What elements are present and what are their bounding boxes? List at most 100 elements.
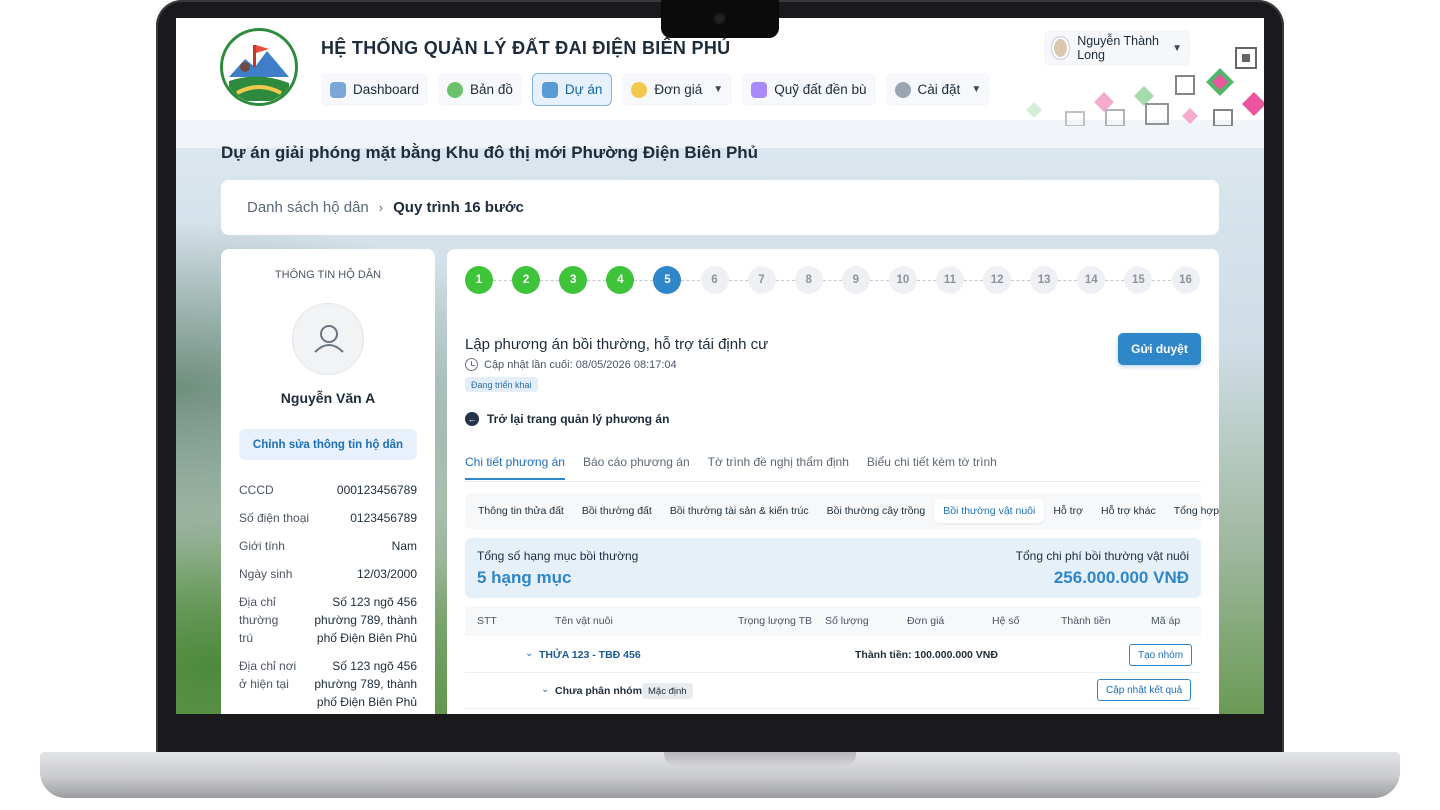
back-to-plans-link[interactable]: ← Trở lại trang quản lý phương án — [465, 412, 669, 426]
nav-label: Đơn giá — [654, 82, 703, 97]
step-16[interactable]: 16 — [1171, 266, 1200, 294]
camera-notch — [661, 0, 779, 38]
laptop-groove — [664, 752, 856, 766]
col-animal-name: Tên vật nuôi — [555, 615, 613, 627]
step-3[interactable]: 3 — [559, 266, 588, 294]
price-icon — [631, 81, 648, 98]
step-11[interactable]: 11 — [936, 266, 964, 294]
compensation-subtabs: Thông tin thửa đất Bồi thường đất Bồi th… — [465, 493, 1219, 529]
household-card-header: THÔNG TIN HỘ DÂN — [274, 269, 382, 281]
tabs-divider — [465, 481, 1201, 482]
status-badge: Đang triển khai — [465, 377, 538, 392]
project-icon — [541, 81, 558, 98]
info-row-gender: Giới tính Nam — [239, 537, 417, 555]
step-connector — [775, 280, 795, 281]
user-menu[interactable]: Nguyễn Thành Long ▼ — [1044, 30, 1190, 66]
info-label: Địa chỉ nơi ở hiện tại — [239, 659, 297, 691]
step-12[interactable]: 12 — [983, 266, 1012, 294]
subtab-other-support[interactable]: Hỗ trợ khác — [1092, 499, 1165, 523]
plan-title: Lập phương án bồi thường, hỗ trợ tái địn… — [465, 336, 769, 353]
household-name: Nguyễn Văn A — [280, 390, 376, 406]
subtab-asset-compensation[interactable]: Bồi thường tài sản & kiến trúc — [661, 499, 818, 523]
step-13[interactable]: 13 — [1030, 266, 1059, 294]
step-14[interactable]: 14 — [1077, 266, 1106, 294]
edit-household-button[interactable]: Chỉnh sửa thông tin hộ dân — [239, 429, 417, 460]
default-tag: Mặc định — [642, 683, 693, 699]
info-label: Địa chỉ thường trú — [239, 595, 279, 645]
update-result-button[interactable]: Cập nhật kết quả — [1097, 679, 1192, 701]
breadcrumb: Danh sách hộ dân › Quy trình 16 bước — [221, 180, 1219, 235]
breadcrumb-current: Quy trình 16 bước — [393, 199, 524, 216]
col-quantity: Số lượng — [825, 615, 869, 627]
compensation-summary: Tổng số hạng mục bồi thường 5 hạng mục T… — [465, 538, 1201, 598]
step-connector — [964, 280, 984, 281]
chevron-down-icon[interactable]: ⌄ — [541, 684, 549, 695]
step-connector — [587, 280, 607, 281]
user-name: Nguyễn Thành Long — [1077, 34, 1159, 62]
step-9[interactable]: 9 — [841, 266, 870, 294]
step-6[interactable]: 6 — [700, 266, 729, 294]
info-value: Số 123 ngõ 456 phường 789, thành phố Điệ… — [314, 659, 417, 709]
info-label: CCCD — [239, 483, 274, 497]
col-code: Mã áp — [1151, 615, 1181, 627]
subtab-crop-compensation[interactable]: Bồi thường cây trồng — [818, 499, 935, 523]
subtab-summary[interactable]: Tổng hợp — [1165, 499, 1219, 523]
nav-label: Dashboard — [353, 82, 420, 97]
info-label: Giới tính — [239, 539, 285, 553]
step-1[interactable]: 1 — [465, 266, 493, 294]
tab-plan-report[interactable]: Báo cáo phương án — [583, 455, 690, 480]
total-cost-label: Tổng chi phí bồi thường vật nuôi — [1015, 549, 1189, 563]
city-logo-icon[interactable] — [220, 28, 298, 106]
step-2[interactable]: 2 — [512, 266, 541, 294]
nav-project[interactable]: Dự án — [531, 73, 613, 106]
step-5[interactable]: 5 — [653, 266, 682, 294]
camera-icon — [715, 14, 724, 23]
nav-price[interactable]: Đơn giá ▼ — [622, 73, 733, 106]
info-value: Số 123 ngõ 456 phường 789, thành phố Điệ… — [314, 595, 417, 645]
nav-map[interactable]: Bản đồ — [438, 73, 522, 106]
step-7[interactable]: 7 — [747, 266, 776, 294]
total-cost-value: 256.000.000 VNĐ — [1053, 568, 1189, 587]
nav-label: Quỹ đất đền bù — [774, 82, 867, 97]
laptop-mockup: HỆ THỐNG QUẢN LÝ ĐẤT ĐAI ĐIỆN BIÊN PHỦ D… — [0, 0, 1440, 810]
table-group-row: ⌄ THỬA 123 - TBĐ 456 Thành tiền: 100.000… — [465, 637, 1201, 673]
info-value: Nam — [391, 539, 417, 553]
info-value: 0123456789 — [350, 511, 417, 525]
nav-settings[interactable]: Cài đặt ▼ — [885, 73, 991, 106]
breadcrumb-household-list[interactable]: Danh sách hộ dân — [247, 199, 369, 216]
table-header: STT Tên vật nuôi Trọng lượng TB Số lượng… — [465, 606, 1201, 636]
subtab-land-info[interactable]: Thông tin thửa đất — [469, 499, 573, 523]
step-15[interactable]: 15 — [1124, 266, 1153, 294]
step-connector — [1152, 280, 1172, 281]
create-group-button[interactable]: Tạo nhóm — [1129, 644, 1193, 666]
clock-icon — [465, 358, 478, 371]
col-avg-weight: Trọng lượng TB — [738, 615, 813, 627]
page-title: Dự án giải phóng mặt bằng Khu đô thị mới… — [221, 143, 759, 162]
chevron-down-icon[interactable]: ⌄ — [525, 648, 533, 659]
last-updated-text: Cập nhật lần cuối: 08/05/2026 08:17:04 — [484, 358, 677, 371]
tab-plan-detail[interactable]: Chi tiết phương án — [465, 455, 565, 480]
subtab-land-compensation[interactable]: Bồi thường đất — [573, 499, 661, 523]
submit-approval-button[interactable]: Gửi duyệt — [1118, 333, 1201, 365]
step-10[interactable]: 10 — [888, 266, 917, 294]
user-icon — [292, 303, 364, 375]
chevron-right-icon: › — [378, 200, 384, 215]
tab-appraisal-proposal[interactable]: Tờ trình đề nghị thẩm định — [708, 455, 849, 480]
step-4[interactable]: 4 — [606, 266, 635, 294]
subtab-support[interactable]: Hỗ trợ — [1044, 499, 1092, 523]
subgroup-label: Chưa phân nhóm — [555, 685, 642, 697]
nav-land-fund[interactable]: Quỹ đất đền bù — [742, 73, 876, 106]
tab-detail-attachment[interactable]: Biểu chi tiết kèm tờ trình — [867, 455, 997, 480]
parcel-group-label: THỬA 123 - TBĐ 456 — [539, 649, 641, 661]
nav-dashboard[interactable]: Dashboard — [321, 73, 429, 106]
info-row-phone: Số điện thoại 0123456789 — [239, 509, 417, 527]
nav-label: Cài đặt — [917, 82, 961, 97]
settings-icon — [894, 81, 911, 98]
step-connector — [728, 280, 748, 281]
subtab-livestock-compensation[interactable]: Bồi thường vật nuôi — [934, 499, 1045, 523]
step-8[interactable]: 8 — [794, 266, 823, 294]
process-card: 1 2 3 4 5 6 7 8 9 10 11 12 13 14 15 16 Lập phương án bồ… — [447, 249, 1219, 714]
nav-label: Bản đồ — [470, 82, 513, 97]
info-row-current-address: Địa chỉ nơi ở hiện tại Số 123 ngõ 456 ph… — [239, 657, 417, 711]
chevron-down-icon: ▼ — [1172, 42, 1182, 54]
